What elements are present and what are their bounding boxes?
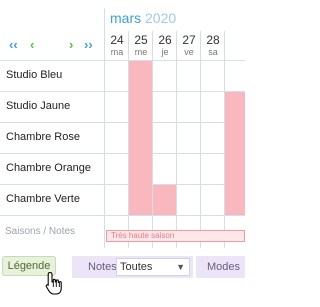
room-label[interactable]: Chambre Orange — [6, 162, 91, 174]
day-header: 28 sa — [201, 33, 225, 57]
year: 2020 — [145, 10, 177, 26]
row-divider — [0, 122, 245, 123]
seasons-notes-label: Saisons / Notes — [5, 226, 76, 237]
month-name: mars — [110, 10, 142, 26]
prev-icon[interactable]: ‹ — [30, 38, 34, 51]
modes-label: Modes — [207, 261, 241, 273]
first-page-icon[interactable]: ‹‹ — [9, 38, 18, 51]
planning-grid: mars 2020 ‹‹ ‹ › ›› 24 ma 25 me 26 je 27… — [0, 0, 245, 248]
season-bar[interactable]: Très haute saison — [106, 230, 245, 242]
room-label[interactable]: Studio Bleu — [6, 69, 62, 81]
booking-block[interactable] — [225, 92, 245, 215]
notes-select-value: Toutes — [120, 261, 153, 273]
day-header: 26 je — [153, 33, 177, 57]
bottom-toolbar: Légende Notes Toutes ▼ Modes — [0, 256, 245, 278]
month-title: mars 2020 — [110, 10, 176, 26]
booking-block[interactable] — [129, 61, 152, 215]
day-number: 26 — [158, 33, 172, 47]
last-page-icon[interactable]: ›› — [84, 38, 93, 51]
notes-filter: Notes Toutes ▼ — [72, 256, 193, 278]
next-icon[interactable]: › — [69, 38, 73, 51]
row-divider — [0, 91, 245, 92]
day-name: me — [134, 47, 148, 57]
day-name: je — [161, 47, 169, 57]
day-name: ma — [110, 47, 124, 57]
day-header: 24 ma — [105, 33, 129, 57]
room-label[interactable]: Chambre Verte — [6, 193, 80, 205]
month-divider — [104, 8, 105, 32]
day-header: 25 me — [129, 33, 153, 57]
day-name: ve — [184, 47, 194, 57]
notes-select[interactable]: Toutes ▼ — [116, 258, 190, 276]
day-number: 25 — [134, 33, 148, 47]
day-number: 24 — [110, 33, 124, 47]
room-label[interactable]: Studio Jaune — [6, 100, 70, 112]
day-number: 27 — [182, 33, 196, 47]
modes-menu[interactable]: Modes — [196, 256, 245, 278]
chevron-down-icon: ▼ — [176, 262, 185, 272]
booking-block[interactable] — [153, 185, 176, 215]
hand-cursor-icon — [45, 271, 62, 295]
day-number: 28 — [206, 33, 220, 47]
day-header: 27 ve — [177, 33, 201, 57]
row-divider — [0, 153, 245, 154]
row-divider — [0, 60, 245, 61]
row-divider — [0, 184, 245, 185]
notes-label: Notes — [88, 261, 117, 273]
room-label[interactable]: Chambre Rose — [6, 131, 80, 143]
row-divider — [0, 215, 245, 216]
day-name: sa — [208, 47, 218, 57]
